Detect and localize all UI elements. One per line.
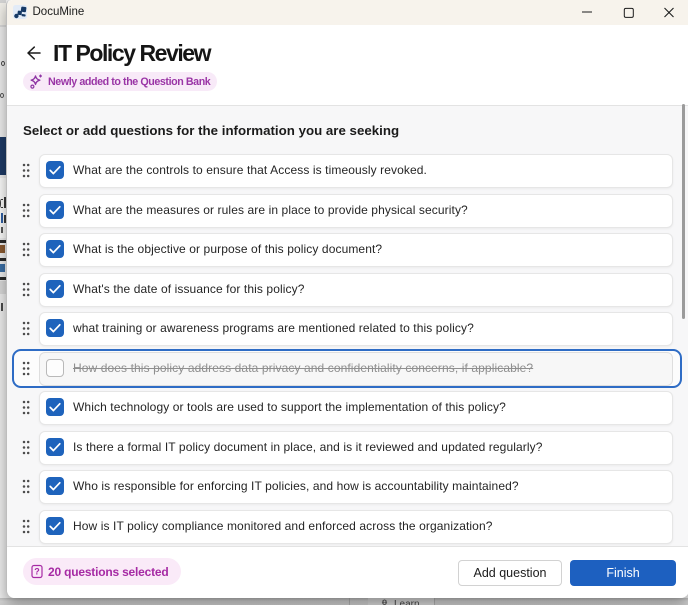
svg-text:?: ?	[34, 567, 40, 577]
